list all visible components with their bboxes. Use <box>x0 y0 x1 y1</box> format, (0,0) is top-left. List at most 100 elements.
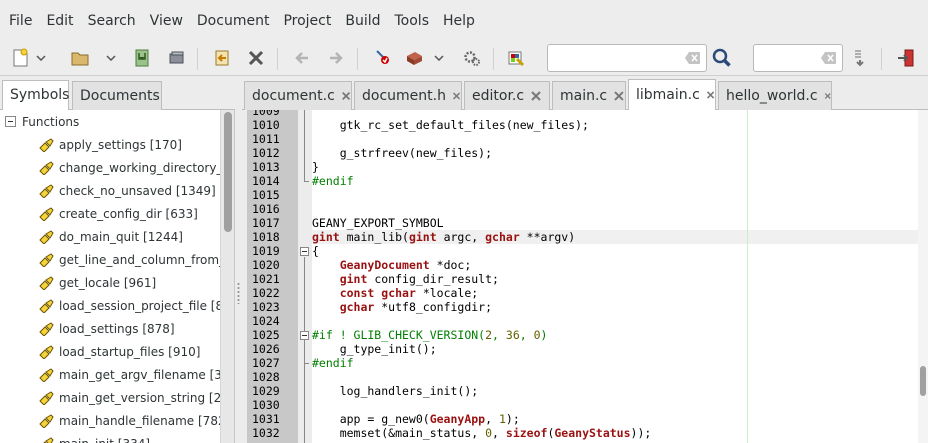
close-tab-icon[interactable] <box>706 89 715 101</box>
code-line[interactable]: gchar *utf8_configdir; <box>312 300 918 314</box>
goto-line-button[interactable] <box>846 45 874 71</box>
code-line[interactable]: g_type_init(); <box>312 342 918 356</box>
close-tab-icon[interactable] <box>530 90 542 102</box>
tab-libmain-c[interactable]: libmain.c <box>628 79 716 110</box>
clear-icon[interactable] <box>821 51 837 65</box>
menu-file[interactable]: File <box>2 0 39 42</box>
compile-button[interactable] <box>368 45 396 71</box>
open-file-button[interactable] <box>66 45 94 71</box>
code-line[interactable] <box>312 370 918 384</box>
code-line[interactable]: g_strfreev(new_files); <box>312 146 918 160</box>
symbol-item[interactable]: check_no_unsaved [1349] <box>38 179 216 202</box>
code-line[interactable] <box>312 132 918 146</box>
code-line[interactable]: #endif <box>312 174 918 188</box>
sidebar-scroll-thumb[interactable] <box>224 112 232 232</box>
close-tab-icon[interactable] <box>452 90 461 102</box>
code-line[interactable]: memset(&main_status, 0, sizeof(GeanyStat… <box>312 426 918 440</box>
symbol-tree: Functions apply_settings [170] change_wor… <box>0 110 220 443</box>
code-line[interactable]: #if ! GLIB_CHECK_VERSION(2, 36, 0) <box>312 328 918 342</box>
fold-margin[interactable] <box>298 110 312 443</box>
menu-help[interactable]: Help <box>436 0 482 42</box>
code-line[interactable]: log_handlers_init(); <box>312 384 918 398</box>
symbol-item[interactable]: main_get_version_string [29 <box>38 386 220 409</box>
code-line[interactable]: app = g_new0(GeanyApp, 1); <box>312 412 918 426</box>
editor-scrollbar[interactable] <box>918 110 928 443</box>
pane-grip[interactable] <box>237 282 240 304</box>
tree-group-functions[interactable]: Functions <box>22 110 79 133</box>
code-line[interactable] <box>312 202 918 216</box>
menu-view[interactable]: View <box>143 0 190 42</box>
search-input[interactable] <box>548 45 706 71</box>
tab-symbols[interactable]: Symbols <box>2 80 69 110</box>
tab-document-h[interactable]: document.h <box>354 81 462 110</box>
tab-editor-c[interactable]: editor.c <box>464 81 550 110</box>
code-line[interactable]: GEANY_EXPORT_SYMBOL <box>312 216 918 230</box>
code-line[interactable]: { <box>312 244 918 258</box>
code-line[interactable]: GeanyDocument *doc; <box>312 258 918 272</box>
code-line[interactable]: gtk_rc_set_default_files(new_files); <box>312 118 918 132</box>
navigate-back-button[interactable] <box>288 45 316 71</box>
code-line[interactable]: gint config_dir_result; <box>312 272 918 286</box>
symbol-item[interactable]: do_main_quit [1244] <box>38 225 183 248</box>
close-tab-icon[interactable] <box>824 90 831 102</box>
revert-button[interactable] <box>208 45 236 71</box>
goto-line-field[interactable] <box>753 44 843 72</box>
tab-hello-world-c[interactable]: hello_world.c <box>718 81 832 110</box>
save-all-button[interactable] <box>162 45 190 71</box>
revert-icon <box>215 50 229 66</box>
symbol-item[interactable]: main_handle_filename [782] <box>38 409 220 432</box>
fold-toggle[interactable] <box>300 331 309 340</box>
tab-main-c[interactable]: main.c <box>552 81 626 110</box>
code-line[interactable]: const gchar *locale; <box>312 286 918 300</box>
find-button[interactable] <box>708 45 736 71</box>
menu-document[interactable]: Document <box>190 0 277 42</box>
menu-search[interactable]: Search <box>81 0 143 42</box>
symbol-item[interactable]: apply_settings [170] <box>38 133 182 156</box>
symbol-item[interactable]: get_locale [961] <box>38 271 156 294</box>
menu-project[interactable]: Project <box>276 0 338 42</box>
symbol-item[interactable]: get_line_and_column_from_fi <box>38 248 220 271</box>
fold-toggle[interactable] <box>300 247 309 256</box>
symbol-item[interactable]: create_config_dir [633] <box>38 202 198 225</box>
tab-documents[interactable]: Documents <box>72 81 162 110</box>
save-button[interactable] <box>128 45 156 71</box>
navigate-forward-button[interactable] <box>322 45 350 71</box>
code-line[interactable] <box>312 398 918 412</box>
code-line[interactable]: gint main_lib(gint argc, gchar **argv) <box>312 230 918 244</box>
symbol-item[interactable]: change_working_directory_on <box>38 156 220 179</box>
pane-divider[interactable] <box>235 77 242 443</box>
code-line[interactable] <box>312 314 918 328</box>
menu-build[interactable]: Build <box>338 0 387 42</box>
symbol-item[interactable]: load_session_project_file [86 <box>38 294 220 317</box>
new-file-button[interactable] <box>6 45 34 71</box>
code-area[interactable]: gtk_rc_set_default_files(new_files); g_s… <box>312 110 918 443</box>
symbol-item[interactable]: load_settings [878] <box>38 317 175 340</box>
new-file-dropdown[interactable] <box>34 45 48 71</box>
code-line[interactable] <box>312 110 918 118</box>
line-number: 1025 <box>252 328 280 342</box>
color-chooser-button[interactable] <box>502 45 530 71</box>
close-tab-icon[interactable] <box>341 90 351 102</box>
code-editor[interactable]: 1009 1010 1011 1012 1013 1014 1015 1016 1017 1018… <box>242 110 928 443</box>
symbol-item[interactable]: main_get_argv_filename [308 <box>38 363 220 386</box>
clear-icon[interactable] <box>685 51 701 65</box>
search-field[interactable] <box>547 44 707 72</box>
build-dropdown[interactable] <box>432 45 446 71</box>
menu-edit[interactable]: Edit <box>39 0 80 42</box>
menu-tools[interactable]: Tools <box>388 0 437 42</box>
collapse-icon[interactable] <box>5 116 16 127</box>
code-line[interactable]: #endif <box>312 356 918 370</box>
symbol-item[interactable]: load_startup_files [910] <box>38 340 200 363</box>
close-button[interactable] <box>242 45 270 71</box>
code-line[interactable]: } <box>312 160 918 174</box>
close-tab-icon[interactable] <box>613 90 625 102</box>
execute-button[interactable] <box>458 45 486 71</box>
build-button[interactable] <box>400 45 428 71</box>
open-file-dropdown[interactable] <box>104 45 118 71</box>
code-line[interactable] <box>312 188 918 202</box>
sidebar-scrollbar[interactable] <box>220 110 234 443</box>
symbol-item[interactable]: main_init [334] <box>38 432 150 443</box>
tab-document-c[interactable]: document.c <box>244 81 352 110</box>
quit-button[interactable] <box>892 45 920 71</box>
editor-scroll-thumb[interactable] <box>920 366 926 396</box>
